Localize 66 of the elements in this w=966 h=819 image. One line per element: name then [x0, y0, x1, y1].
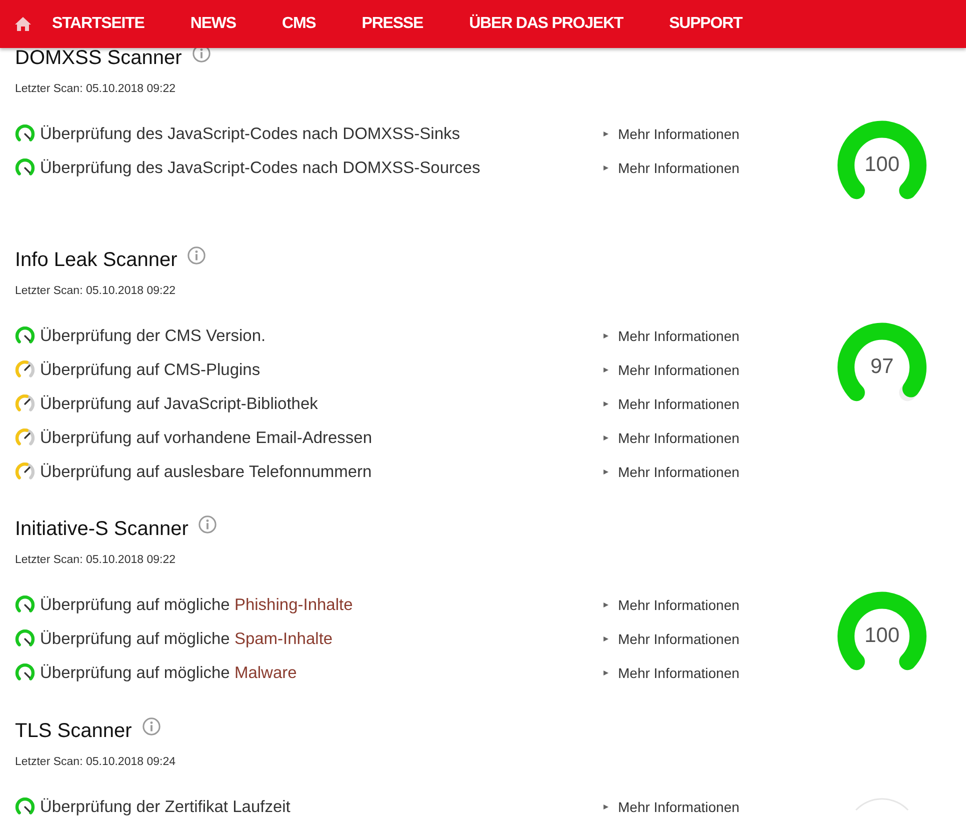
check-description: Überprüfung auf CMS-Plugins: [40, 360, 262, 380]
pass-gauge-icon: [15, 629, 35, 649]
check-description: Überprüfung auf mögliche Phishing-Inhalte: [40, 596, 354, 614]
more-info-link[interactable]: Mehr Informationen: [618, 362, 740, 378]
pass-gauge-icon: [15, 595, 35, 615]
more-info-link[interactable]: Mehr Informationen: [618, 396, 740, 412]
check-description: Überprüfung auf mögliche Malware: [40, 664, 298, 682]
more-info-link[interactable]: Mehr Informationen: [618, 631, 740, 647]
warning-gauge-icon: [15, 428, 35, 448]
nav-link[interactable]: NEWS: [190, 15, 236, 33]
triangle-icon: [603, 435, 609, 441]
triangle-icon: [603, 367, 609, 373]
home-icon[interactable]: [14, 16, 32, 32]
nav-link[interactable]: PRESSE: [362, 15, 424, 33]
info-icon[interactable]: [187, 246, 206, 265]
warning-gauge-icon: [15, 360, 35, 380]
scanner-title: Initiative-S Scanner: [15, 517, 188, 542]
scanner-title: Info Leak Scanner: [15, 248, 178, 273]
nav-link[interactable]: ÜBER DAS PROJEKT: [469, 15, 624, 33]
triangle-icon: [603, 804, 609, 810]
last-scan-date: Letzter Scan: 05.10.2018 09:22: [15, 553, 176, 567]
score-value: 100: [864, 153, 900, 177]
warning-gauge-icon: [15, 462, 35, 482]
triangle-icon: [603, 165, 609, 171]
triangle-icon: [603, 602, 609, 608]
scanner-title: TLS Scanner: [15, 719, 132, 744]
check-description: Überprüfung auf JavaScript-Bibliothek: [40, 394, 319, 414]
check-description: Überprüfung auf mögliche Spam-Inhalte: [40, 630, 334, 648]
pass-gauge-icon: [15, 124, 35, 144]
triangle-icon: [603, 469, 609, 475]
nav-link[interactable]: CMS: [282, 15, 316, 33]
more-info-link[interactable]: Mehr Informationen: [618, 799, 740, 815]
more-info-link[interactable]: Mehr Informationen: [618, 430, 740, 446]
check-description: Überprüfung des JavaScript-Codes nach DOMXSS-Sources: [40, 158, 482, 178]
check-description: Überprüfung auf vorhandene Email-Adressen: [40, 428, 374, 448]
scanner-title: DOMXSS Scanner: [15, 46, 182, 71]
info-icon[interactable]: [142, 717, 161, 736]
last-scan-date: Letzter Scan: 05.10.2018 09:22: [15, 82, 176, 96]
more-info-link[interactable]: Mehr Informationen: [618, 160, 740, 176]
triangle-icon: [603, 131, 609, 137]
pass-gauge-icon: [15, 158, 35, 178]
check-description: Überprüfung der CMS Version.: [40, 326, 267, 346]
more-info-link[interactable]: Mehr Informationen: [618, 126, 740, 142]
check-description: Überprüfung der Zertifikat Laufzeit: [40, 798, 292, 816]
gauge-outline: [856, 798, 908, 811]
pass-gauge-icon: [15, 797, 35, 817]
triangle-icon: [603, 670, 609, 676]
check-description: Überprüfung auf auslesbare Telefonnummern: [40, 462, 373, 482]
triangle-icon: [603, 636, 609, 642]
score-value: 97: [870, 355, 894, 379]
nav-link[interactable]: SUPPORT: [669, 15, 742, 33]
triangle-icon: [603, 333, 609, 339]
more-info-link[interactable]: Mehr Informationen: [618, 665, 740, 681]
nav-link[interactable]: STARTSEITE: [52, 15, 144, 33]
triangle-icon: [603, 401, 609, 407]
pass-gauge-icon: [15, 326, 35, 346]
pass-gauge-icon: [15, 663, 35, 683]
score-value: 100: [864, 624, 900, 648]
info-icon[interactable]: [198, 515, 218, 534]
more-info-link[interactable]: Mehr Informationen: [618, 328, 740, 344]
last-scan-date: Letzter Scan: 05.10.2018 09:24: [15, 755, 176, 769]
last-scan-date: Letzter Scan: 05.10.2018 09:22: [15, 284, 176, 298]
more-info-link[interactable]: Mehr Informationen: [618, 464, 740, 480]
check-description: Überprüfung des JavaScript-Codes nach DOMXSS-Sinks: [40, 124, 462, 144]
more-info-link[interactable]: Mehr Informationen: [618, 597, 740, 613]
warning-gauge-icon: [15, 394, 35, 414]
